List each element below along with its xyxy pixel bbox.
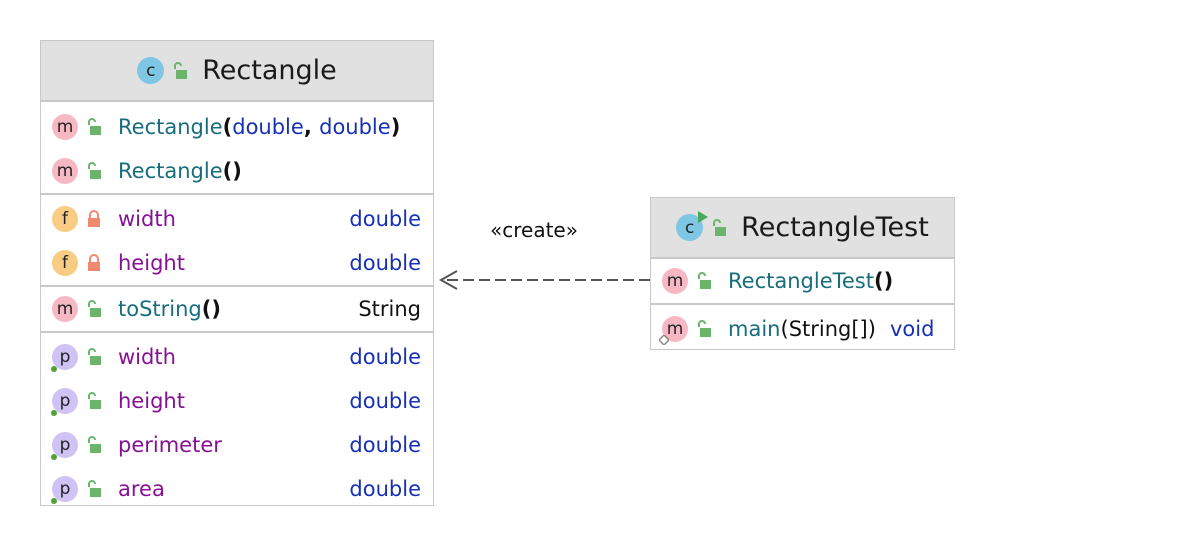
param-type: double xyxy=(232,115,304,139)
parens: () xyxy=(222,159,242,183)
methods-section: m main(String[]) void xyxy=(651,305,954,351)
method-icon: m xyxy=(52,114,78,140)
create-label: «create» xyxy=(490,218,578,242)
run-triangle-icon xyxy=(698,211,709,223)
return-type: void xyxy=(889,317,935,341)
paren: ( xyxy=(222,115,233,139)
field-row[interactable]: f height double xyxy=(41,241,433,285)
constructors-section: m RectangleTest() xyxy=(651,259,954,305)
field-name: width xyxy=(118,207,176,231)
public-icon xyxy=(88,118,101,135)
properties-section: p width double p height double p perimet… xyxy=(41,333,433,511)
property-badge-letter: p xyxy=(59,435,71,455)
class-icon: c xyxy=(137,57,165,84)
class-title: RectangleTest xyxy=(741,212,929,243)
property-dot xyxy=(51,454,57,460)
paren: ( xyxy=(780,317,789,341)
constructor-row[interactable]: m RectangleTest() xyxy=(651,259,954,303)
class-rectangle[interactable]: c Rectangle m Rectangle(double, double) … xyxy=(40,40,434,506)
private-lock-icon xyxy=(88,210,100,227)
property-badge-letter: p xyxy=(59,391,71,411)
property-type: double xyxy=(349,389,421,413)
paren: ) xyxy=(390,115,401,139)
parens: () xyxy=(201,297,221,321)
class-title: Rectangle xyxy=(202,55,337,86)
property-name: height xyxy=(118,389,185,413)
public-icon xyxy=(698,320,711,337)
property-icon: p xyxy=(51,388,78,416)
constructor-name: Rectangle xyxy=(118,115,223,139)
property-dot xyxy=(51,410,57,416)
field-type: double xyxy=(349,207,421,231)
method-icon: m xyxy=(52,158,78,184)
property-type: double xyxy=(349,345,421,369)
method-signature: toString() xyxy=(118,297,221,321)
constructors-section: m Rectangle(double, double) m Rectangle(… xyxy=(41,102,433,195)
property-row[interactable]: p area double xyxy=(41,467,433,511)
class-header: c RectangleTest xyxy=(651,198,954,259)
public-icon xyxy=(174,61,188,79)
static-method-icon: m xyxy=(659,316,688,345)
constructor-name: RectangleTest xyxy=(728,269,874,293)
comma: , xyxy=(303,115,320,139)
public-icon xyxy=(698,272,711,289)
field-icon: f xyxy=(52,206,78,232)
method-badge-letter: m xyxy=(666,319,684,339)
return-type: String xyxy=(358,297,421,321)
property-dot xyxy=(51,366,57,372)
property-icon: p xyxy=(51,476,78,504)
property-name: perimeter xyxy=(118,433,222,457)
method-row[interactable]: m main(String[]) void xyxy=(651,307,954,351)
public-icon xyxy=(88,480,101,497)
property-badge-letter: p xyxy=(59,479,71,499)
constructor-row[interactable]: m Rectangle(double, double) xyxy=(41,105,433,149)
methods-section: m toString() String xyxy=(41,287,433,333)
constructor-row[interactable]: m Rectangle() xyxy=(41,149,433,193)
public-icon xyxy=(88,392,101,409)
method-name: main xyxy=(728,317,781,341)
class-badge-letter: c xyxy=(684,217,695,238)
constructor-signature: Rectangle() xyxy=(118,159,242,183)
property-dot xyxy=(51,498,57,504)
constructor-signature: Rectangle(double, double) xyxy=(118,115,400,139)
field-row[interactable]: f width double xyxy=(41,197,433,241)
static-pin-icon xyxy=(659,335,669,345)
public-icon xyxy=(88,348,101,365)
method-icon: m xyxy=(52,296,78,322)
property-badge-letter: p xyxy=(59,347,71,367)
method-name: toString xyxy=(118,297,202,321)
public-icon xyxy=(88,300,101,317)
method-row[interactable]: m toString() String xyxy=(41,287,433,331)
public-icon xyxy=(88,436,101,453)
field-icon: f xyxy=(52,250,78,276)
property-row[interactable]: p perimeter double xyxy=(41,423,433,467)
constructor-signature: RectangleTest() xyxy=(728,269,893,293)
property-name: area xyxy=(118,477,165,501)
property-icon: p xyxy=(51,432,78,460)
property-type: double xyxy=(349,433,421,457)
class-rectangle-test[interactable]: c RectangleTest m RectangleTest() m main… xyxy=(650,197,955,350)
property-row[interactable]: p height double xyxy=(41,379,433,423)
property-row[interactable]: p width double xyxy=(41,335,433,379)
public-icon xyxy=(88,162,101,179)
property-icon: p xyxy=(51,344,78,372)
property-type: double xyxy=(349,477,421,501)
field-name: height xyxy=(118,251,185,275)
param-type: String[] xyxy=(788,317,868,341)
runnable-class-icon: c xyxy=(676,211,709,241)
parens: () xyxy=(873,269,894,293)
paren: ) xyxy=(867,317,876,341)
constructor-name: Rectangle xyxy=(118,159,223,183)
class-header: c Rectangle xyxy=(41,41,433,102)
fields-section: f width double f height double xyxy=(41,195,433,287)
param-type: double xyxy=(319,115,391,139)
property-name: width xyxy=(118,345,176,369)
field-type: double xyxy=(349,251,421,275)
private-lock-icon xyxy=(88,254,100,271)
method-signature: main(String[]) void xyxy=(728,317,934,341)
method-icon: m xyxy=(662,268,688,294)
public-icon xyxy=(713,218,727,236)
